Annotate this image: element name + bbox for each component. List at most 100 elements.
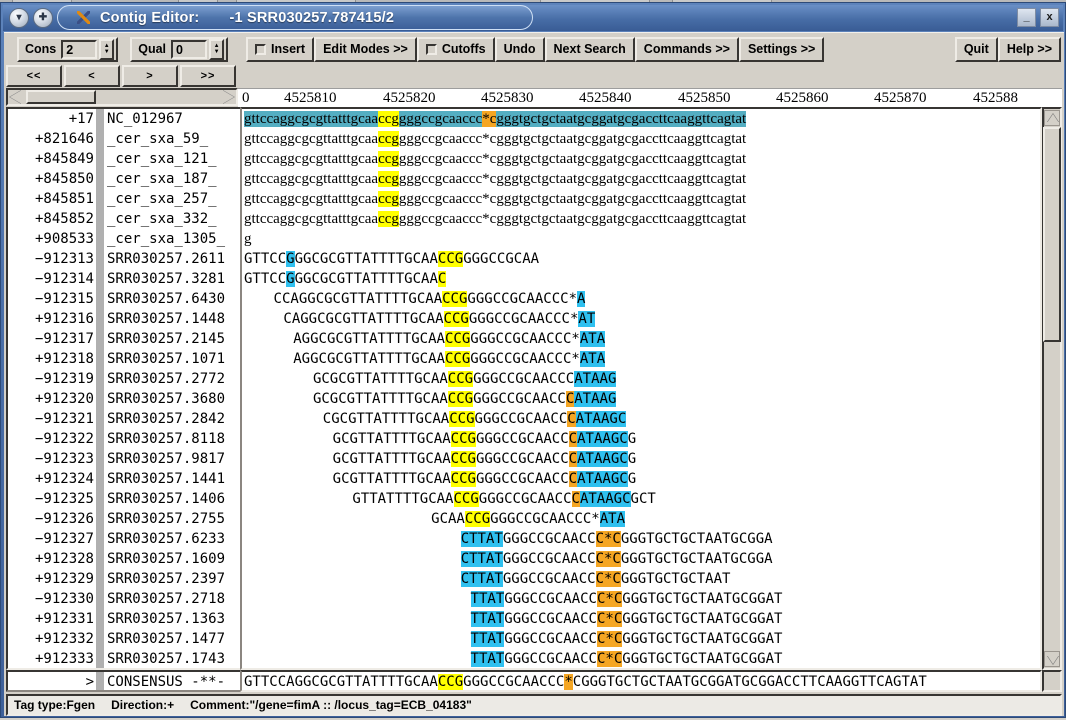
lane-name[interactable]: SRR030257.6233 [107, 529, 240, 549]
read-sequence-row[interactable]: CTTATGGGCCGCAACCC*CGGGTGCTGCTAATGCGGA [242, 549, 1040, 569]
consensus-cutoff-spinner[interactable]: Cons 2 ▲ ▼ [17, 36, 119, 62]
consensus-sequence[interactable]: GTTCCAGGCGCGTTATTTTGCAACCGGGGCCGCAACCC*C… [240, 670, 1042, 692]
lane-name[interactable]: SRR030257.1363 [107, 609, 240, 629]
insert-toggle-button[interactable]: Insert [246, 36, 315, 62]
lane-column-divider[interactable] [96, 109, 104, 668]
lane-name[interactable]: SRR030257.1071 [107, 349, 240, 369]
edit-modes-menu-button[interactable]: Edit Modes >> [314, 36, 417, 62]
lane-name[interactable]: SRR030257.2397 [107, 569, 240, 589]
shade-window-button[interactable]: ▾ [9, 8, 29, 28]
reference-sequence-row[interactable]: gttccaggcgcgttatttgcaaccggggccgcaaccc*cg… [242, 169, 1040, 189]
cutoffs-toggle-button[interactable]: Cutoffs [416, 36, 495, 62]
hscroll-right-arrow-icon[interactable] [219, 90, 236, 104]
lane-name[interactable]: SRR030257.3281 [107, 269, 240, 289]
nav-first-button[interactable]: << [6, 65, 62, 87]
lane-name[interactable]: _cer_sxa_1305_ [107, 229, 240, 249]
read-sequence-row[interactable]: GCGTTATTTTGCAACCGGGGCCGCAACCCATAAGCG [242, 449, 1040, 469]
lane-name[interactable]: SRR030257.2842 [107, 409, 240, 429]
read-sequence-row[interactable]: TTATGGGCCGCAACCC*CGGGTGCTGCTAATGCGGAT [242, 649, 1040, 668]
lane-name[interactable]: SRR030257.2145 [107, 329, 240, 349]
qual-step-down-icon[interactable]: ▼ [214, 49, 220, 55]
vscroll-down-arrow-icon[interactable] [1044, 651, 1060, 667]
hscroll-thumb[interactable] [26, 90, 96, 104]
minimize-icon[interactable]: _ [1017, 8, 1036, 27]
lane-name[interactable]: SRR030257.2755 [107, 509, 240, 529]
lane-name[interactable]: NC_012967 [107, 109, 240, 129]
lane-name[interactable]: SRR030257.1406 [107, 489, 240, 509]
scroll-and-ruler-row: 0 4525810 4525820 4525830 4525840 4525850 4525… [4, 87, 1064, 107]
vscroll-thumb[interactable] [1043, 127, 1061, 342]
lane-name[interactable]: _cer_sxa_59_ [107, 129, 240, 149]
lane-name[interactable]: _cer_sxa_187_ [107, 169, 240, 189]
cons-step-down-icon[interactable]: ▼ [104, 49, 110, 55]
lane-name[interactable]: SRR030257.8118 [107, 429, 240, 449]
read-sequence-row[interactable]: GTTCCGGGCGCGTTATTTTGCAACCGGGGCCGCAA [242, 249, 1040, 269]
read-sequence-row[interactable]: GCGCGTTATTTTGCAACCGGGGCCGCAACCCATAAG [242, 389, 1040, 409]
sequence-text: GGGCCGCAACC [504, 591, 597, 607]
read-sequence-row[interactable]: GCGTTATTTTGCAACCGGGGCCGCAACCCATAAGCG [242, 429, 1040, 449]
read-sequence-row[interactable]: AGGCGCGTTATTTTGCAACCGGGGCCGCAACCC*ATA [242, 329, 1040, 349]
lane-name[interactable]: _cer_sxa_257_ [107, 189, 240, 209]
hscroll-left-arrow-icon[interactable] [8, 90, 25, 104]
nav-next-button[interactable]: > [122, 65, 178, 87]
lane-name[interactable]: _cer_sxa_121_ [107, 149, 240, 169]
read-sequence-row[interactable]: TTATGGGCCGCAACCC*CGGGTGCTGCTAATGCGGAT [242, 589, 1040, 609]
reference-sequence-row[interactable]: gttccaggcgcgttatttgcaaccggggccgcaaccc*cg… [242, 149, 1040, 169]
insert-checkbox-icon[interactable] [255, 43, 267, 55]
read-sequence-row[interactable]: AGGCGCGTTATTTTGCAACCGGGGCCGCAACCC*ATA [242, 349, 1040, 369]
read-sequence-row[interactable]: CCAGGCGCGTTATTTTGCAACCGGGGCCGCAACCC*A [242, 289, 1040, 309]
lane-name[interactable]: _cer_sxa_332_ [107, 209, 240, 229]
reference-sequence-row[interactable]: g [242, 229, 1040, 249]
nav-last-button[interactable]: >> [180, 65, 236, 87]
read-sequence-row[interactable]: CTTATGGGCCGCAACCC*CGGGTGCTGCTAAT [242, 569, 1040, 589]
reference-sequence-row[interactable]: gttccaggcgcgttatttgcaaccggggccgcaaccc*cg… [242, 189, 1040, 209]
horizontal-scrollbar[interactable] [6, 88, 238, 106]
read-sequence-row[interactable]: GTTCCGGGCGCGTTATTTTGCAAC [242, 269, 1040, 289]
consensus-sequence-row[interactable]: GTTCCAGGCGCGTTATTTTGCAACCGGGGCCGCAACCC*C… [242, 672, 1040, 690]
next-search-button[interactable]: Next Search [544, 36, 635, 62]
read-sequence-row[interactable]: CTTATGGGCCGCAACCC*CGGGTGCTGCTAATGCGGA [242, 529, 1040, 549]
sequence-text: GGGTGCTGCTAATGCGGAT [622, 611, 783, 627]
commands-menu-button[interactable]: Commands >> [634, 36, 739, 62]
cons-stepper[interactable]: ▲ ▼ [99, 38, 115, 60]
reference-sequence-row[interactable]: gttccaggcgcgttatttgcaaccggggccgcaaccc*cg… [242, 209, 1040, 229]
read-sequence-row[interactable]: GCAACCGGGGCCGCAACCC*ATA [242, 509, 1040, 529]
read-sequence-row[interactable]: TTATGGGCCGCAACCC*CGGGTGCTGCTAATGCGGAT [242, 629, 1040, 649]
close-icon[interactable]: x [1040, 8, 1059, 27]
vscroll-track[interactable] [1043, 127, 1061, 650]
qual-value[interactable]: 0 [171, 39, 208, 59]
read-sequence-row[interactable]: GCGTTATTTTGCAACCGGGGCCGCAACCCATAAGCG [242, 469, 1040, 489]
vscroll-up-arrow-icon[interactable] [1044, 110, 1060, 126]
lane-name[interactable]: SRR030257.1441 [107, 469, 240, 489]
lane-name[interactable]: SRR030257.1477 [107, 629, 240, 649]
lane-name[interactable]: SRR030257.6430 [107, 289, 240, 309]
lane-name[interactable]: SRR030257.1743 [107, 649, 240, 668]
maximize-window-button[interactable]: ✚ [33, 8, 53, 28]
reference-sequence-row[interactable]: gttccaggcgcgttatttgcaaccggggccgcaaccc*cg… [242, 129, 1040, 149]
qual-stepper[interactable]: ▲ ▼ [209, 38, 225, 60]
read-sequence-row[interactable]: TTATGGGCCGCAACCC*CGGGTGCTGCTAATGCGGAT [242, 609, 1040, 629]
lane-name[interactable]: SRR030257.1609 [107, 549, 240, 569]
lane-name[interactable]: SRR030257.9817 [107, 449, 240, 469]
reference-sequence-row[interactable]: gttccaggcgcgttatttgcaaccggggccgcaaccc*cg… [242, 109, 1040, 129]
quality-cutoff-spinner[interactable]: Qual 0 ▲ ▼ [130, 36, 229, 62]
cons-value[interactable]: 2 [61, 39, 98, 59]
lane-name[interactable]: SRR030257.3680 [107, 389, 240, 409]
nav-prev-button[interactable]: < [64, 65, 120, 87]
quit-button[interactable]: Quit [954, 36, 998, 62]
read-sequence-row[interactable]: GCGCGTTATTTTGCAACCGGGGCCGCAACCCATAAG [242, 369, 1040, 389]
cutoffs-checkbox-icon[interactable] [425, 43, 437, 55]
read-sequence-row[interactable]: CGCGTTATTTTGCAACCGGGGCCGCAACCCATAAGC [242, 409, 1040, 429]
help-menu-button[interactable]: Help >> [997, 36, 1061, 62]
sequence-text: GGGCCGCAACCC* [490, 511, 600, 527]
lane-name[interactable]: SRR030257.2611 [107, 249, 240, 269]
read-sequence-row[interactable]: CAGGCGCGTTATTTTGCAACCGGGGCCGCAACCC*AT [242, 309, 1040, 329]
undo-button[interactable]: Undo [494, 36, 545, 62]
settings-menu-button[interactable]: Settings >> [738, 36, 825, 62]
lane-name[interactable]: SRR030257.2718 [107, 589, 240, 609]
lane-name[interactable]: SRR030257.1448 [107, 309, 240, 329]
read-sequence-row[interactable]: GTTATTTTGCAACCGGGGCCGCAACCCATAAGCGCT [242, 489, 1040, 509]
lane-name[interactable]: SRR030257.2772 [107, 369, 240, 389]
vertical-scrollbar[interactable] [1042, 107, 1062, 670]
sequence-alignment-panel[interactable]: gttccaggcgcgttatttgcaaccggggccgcaaccc*cg… [240, 107, 1042, 670]
